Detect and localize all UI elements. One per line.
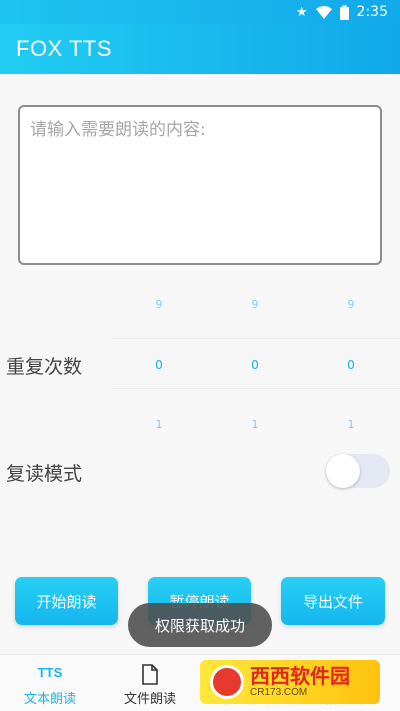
tts-icon: TTS — [37, 665, 63, 680]
picker-current-value: 0 — [251, 358, 259, 372]
nav-label: 文本朗读 — [23, 692, 76, 707]
repeat-picker-3[interactable]: 9 0 1 — [304, 290, 398, 440]
watermark-logo: 西西软件园 CR173.COM — [200, 660, 380, 704]
picker-next-value: 1 — [347, 418, 355, 431]
watermark-icon — [210, 665, 244, 699]
watermark-name: 西西软件园 — [250, 664, 350, 688]
status-bar: ★ 2:35 — [0, 0, 400, 24]
picker-next-value: 1 — [251, 418, 259, 431]
nav-item-file-reading[interactable]: 文件朗读 — [100, 655, 200, 711]
picker-current-value: 0 — [347, 358, 355, 372]
picker-prev-value: 9 — [251, 298, 259, 311]
app-title: FOX TTS — [16, 36, 112, 61]
picker-prev-value: 9 — [155, 298, 163, 311]
battery-icon — [339, 4, 349, 20]
picker-current-value: 0 — [155, 358, 163, 372]
toast-message: 权限获取成功 — [128, 603, 272, 647]
document-icon — [142, 664, 158, 685]
text-input[interactable] — [20, 107, 380, 263]
text-input-box[interactable] — [18, 105, 382, 265]
nav-item-text-reading[interactable]: TTS 文本朗读 — [0, 655, 100, 711]
repeat-mode-label: 复读模式 — [6, 463, 83, 485]
nav-label: 文件朗读 — [123, 692, 176, 707]
toggle-knob — [326, 454, 360, 488]
star-icon: ★ — [295, 4, 308, 20]
watermark-domain: CR173.COM — [250, 687, 308, 698]
repeat-picker-2[interactable]: 9 0 1 — [208, 290, 302, 440]
repeat-mode-toggle[interactable] — [326, 454, 390, 488]
status-time: 2:35 — [356, 4, 388, 20]
picker-prev-value: 9 — [347, 298, 355, 311]
repeat-picker-1[interactable]: 9 0 1 — [112, 290, 206, 440]
repeat-count-label: 重复次数 — [6, 356, 83, 378]
wifi-icon — [315, 5, 332, 19]
start-reading-button[interactable]: 开始朗读 — [15, 577, 118, 625]
export-file-button[interactable]: 导出文件 — [281, 577, 385, 625]
picker-next-value: 1 — [155, 418, 163, 431]
app-bar: FOX TTS — [0, 24, 400, 74]
